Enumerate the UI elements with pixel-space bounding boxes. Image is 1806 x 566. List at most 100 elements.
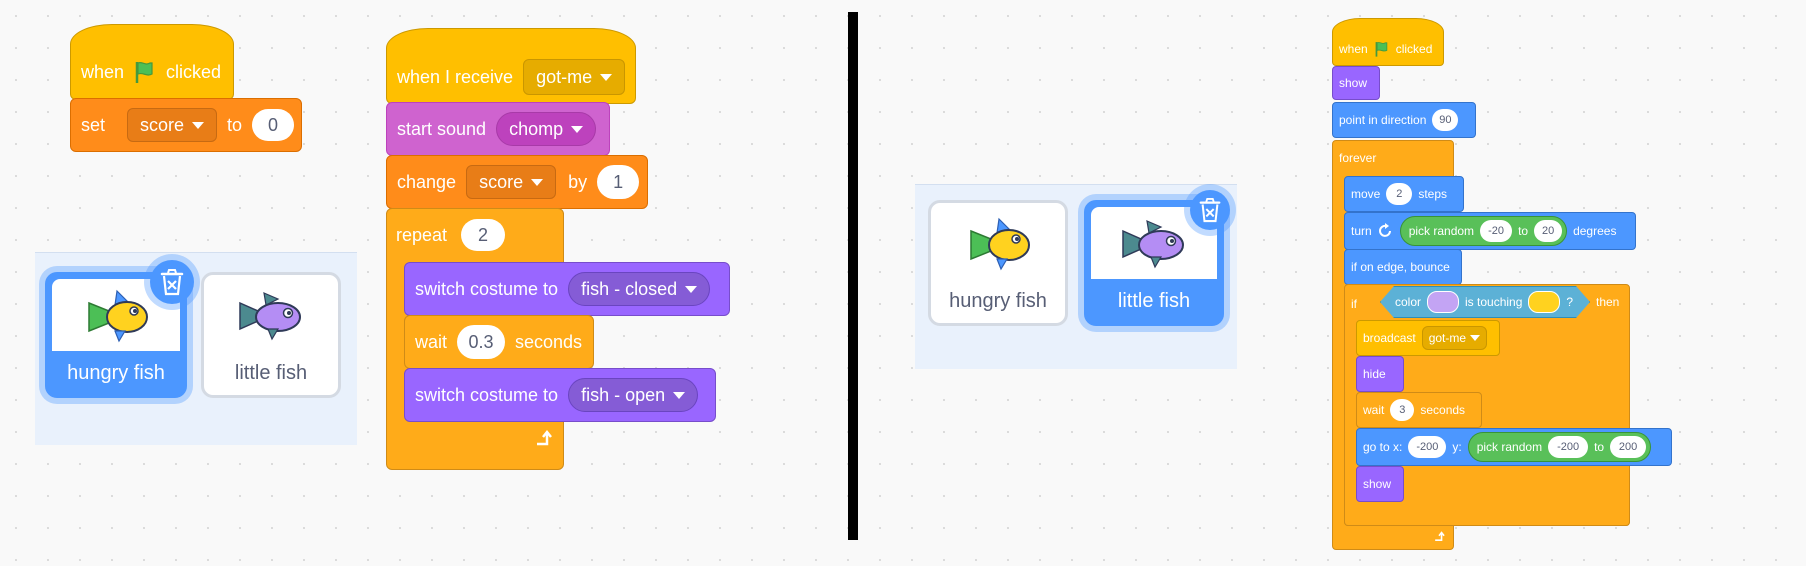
color-swatch-purple[interactable]: [1427, 291, 1459, 313]
pick-random-label: pick random: [1408, 224, 1475, 238]
x-input[interactable]: -200: [1408, 436, 1447, 458]
move-steps-block[interactable]: move 2 steps: [1344, 176, 1464, 212]
switch-costume-label: switch costume to: [415, 278, 559, 299]
chevron-down-icon: [571, 125, 584, 133]
variable-name: score: [479, 171, 524, 192]
change-label: change: [397, 171, 457, 192]
go-to-x-label: go to x:: [1363, 440, 1403, 454]
steps-label: steps: [1418, 187, 1448, 201]
costume-dropdown[interactable]: fish - open: [568, 378, 699, 412]
costume-dropdown[interactable]: fish - closed: [568, 272, 711, 306]
broadcast-block[interactable]: broadcast got-me: [1356, 320, 1500, 356]
chevron-down-icon: [685, 285, 698, 293]
random-from-input[interactable]: -20: [1480, 220, 1513, 242]
wait-value-input[interactable]: 0.3: [457, 325, 506, 359]
if-label: if: [1351, 297, 1357, 311]
hide-block[interactable]: hide: [1356, 356, 1404, 392]
wait-label: wait: [415, 331, 448, 352]
random-to-input[interactable]: 20: [1534, 220, 1563, 242]
sound-name: chomp: [509, 118, 564, 139]
when-i-receive-label: when I receive: [397, 66, 514, 87]
sprite-name: hungry fish: [67, 362, 165, 384]
repeat-header: repeat 2: [386, 208, 506, 262]
wait-value-input[interactable]: 3: [1390, 399, 1415, 421]
start-sound-block[interactable]: start sound chomp: [386, 102, 610, 156]
wait-block[interactable]: wait 0.3 seconds: [404, 315, 594, 369]
turn-block[interactable]: turn pick random -20 to 20 degrees: [1344, 212, 1636, 250]
variable-dropdown[interactable]: score: [127, 108, 218, 142]
sprite-card-little-fish[interactable]: little fish: [201, 272, 341, 398]
pick-random-block[interactable]: pick random -20 to 20: [1399, 216, 1568, 246]
bounce-block[interactable]: if on edge, bounce: [1344, 249, 1462, 285]
show-label: show: [1363, 477, 1392, 491]
set-label: set: [81, 114, 106, 135]
steps-input[interactable]: 2: [1386, 183, 1413, 205]
switch-costume-closed-block[interactable]: switch costume to fish - closed: [404, 262, 730, 316]
message-dropdown[interactable]: got-me: [523, 59, 626, 95]
rotate-right-icon: [1378, 223, 1391, 237]
repeat-count-input[interactable]: 2: [461, 219, 506, 251]
message-name: got-me: [1428, 331, 1467, 345]
trash-icon: [1199, 198, 1221, 223]
show-block[interactable]: show: [1356, 466, 1404, 502]
sprite-card-hungry-fish[interactable]: hungry fish: [928, 200, 1068, 326]
random-from-input[interactable]: -200: [1548, 436, 1589, 458]
set-score-block[interactable]: set score to 0: [70, 98, 302, 152]
when-i-receive-block[interactable]: when I receive got-me: [386, 28, 636, 104]
message-dropdown[interactable]: got-me: [1421, 326, 1488, 350]
sound-dropdown[interactable]: chomp: [496, 112, 597, 146]
go-to-xy-block[interactable]: go to x: -200 y: pick random -200 to 200: [1356, 428, 1672, 466]
wait-block[interactable]: wait 3 seconds: [1356, 392, 1482, 428]
forever-arrow-icon: [1435, 531, 1445, 541]
show-label: show: [1339, 76, 1368, 90]
color-swatch-yellow[interactable]: [1528, 291, 1560, 313]
point-label: point in direction: [1339, 113, 1427, 127]
when-label: when: [81, 61, 125, 82]
touching-color-block[interactable]: color is touching ?: [1380, 286, 1590, 318]
point-in-direction-block[interactable]: point in direction 90: [1332, 102, 1476, 138]
sprite-thumbnail: [208, 279, 334, 351]
delete-sprite-button[interactable]: [150, 260, 194, 304]
switch-costume-label: switch costume to: [415, 384, 559, 405]
wait-label: wait: [1363, 403, 1385, 417]
clicked-label: clicked: [166, 61, 222, 82]
degrees-label: degrees: [1573, 224, 1617, 238]
is-touching-label: is touching: [1465, 295, 1523, 309]
by-label: by: [568, 171, 588, 192]
variable-dropdown[interactable]: score: [466, 165, 557, 199]
move-label: move: [1351, 187, 1381, 201]
pick-random-block[interactable]: pick random -200 to 200: [1467, 432, 1652, 462]
costume-name: fish - open: [581, 384, 666, 405]
seconds-label: seconds: [1420, 403, 1466, 417]
turn-label: turn: [1351, 224, 1372, 238]
change-score-block[interactable]: change score by 1: [386, 155, 648, 209]
when-label: when: [1339, 42, 1368, 56]
sprite-name: little fish: [1117, 290, 1191, 312]
sprite-thumbnail: [935, 207, 1061, 279]
random-to-input[interactable]: 200: [1610, 436, 1647, 458]
pick-random-label: pick random: [1476, 440, 1543, 454]
y-label: y:: [1452, 440, 1462, 454]
forever-label: forever: [1339, 151, 1377, 165]
color-label: color: [1395, 295, 1422, 309]
green-flag-icon: [1375, 42, 1387, 57]
set-value-input[interactable]: 0: [252, 109, 295, 141]
when-flag-clicked-block[interactable]: when clicked: [1332, 18, 1444, 66]
costume-name: fish - closed: [581, 278, 678, 299]
show-block[interactable]: show: [1332, 66, 1380, 100]
switch-costume-open-block[interactable]: switch costume to fish - open: [404, 368, 716, 422]
little-fish-icon: [239, 292, 301, 341]
hungry-fish-icon: [970, 217, 1030, 271]
bounce-label: if on edge, bounce: [1351, 260, 1450, 274]
chevron-down-icon: [531, 178, 544, 186]
repeat-label: repeat: [396, 224, 448, 245]
seconds-label: seconds: [515, 331, 583, 352]
delete-sprite-button[interactable]: [1190, 190, 1230, 230]
when-flag-clicked-block[interactable]: when clicked: [70, 24, 234, 100]
change-value-input[interactable]: 1: [597, 165, 640, 199]
chevron-down-icon: [192, 121, 205, 129]
to-label: to: [1594, 440, 1605, 454]
direction-input[interactable]: 90: [1432, 109, 1459, 131]
chevron-down-icon: [1470, 335, 1481, 341]
clicked-label: clicked: [1395, 42, 1433, 56]
